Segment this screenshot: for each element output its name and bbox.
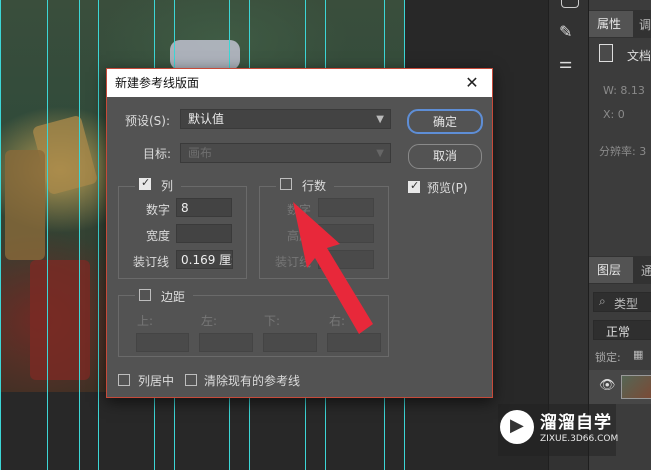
preset-select[interactable]: 默认值 ▼: [180, 109, 391, 129]
margin-bottom-label: 下:: [264, 314, 281, 328]
watermark-url: ZIXUE.3D66.COM: [540, 434, 619, 444]
padlock-graphic: [30, 260, 90, 380]
layer-thumbnail: [621, 375, 651, 399]
rows-header: 行数: [276, 176, 334, 194]
margin-top-label: 上:: [137, 314, 154, 328]
rows-label: 行数: [302, 179, 327, 193]
lock-label: 锁定:: [595, 351, 621, 364]
preview-checkbox[interactable]: [408, 179, 420, 193]
cancel-button[interactable]: 取消: [408, 144, 482, 169]
columns-number-input[interactable]: 8: [176, 198, 232, 217]
columns-gutter-input[interactable]: 0.169 厘米: [176, 250, 233, 269]
adjustments-icon[interactable]: ⚌: [559, 54, 579, 74]
right-panel: 属性 调 文档 W: 8.13 X: 0 分辨率: 3 图层 通 ⌕ 类型 正常…: [588, 0, 651, 470]
preview-label: 预览(P): [427, 181, 468, 195]
columns-header: 列: [135, 176, 181, 194]
layer-row[interactable]: 👁: [589, 370, 651, 404]
columns-gutter-label: 装订线: [133, 255, 170, 269]
ok-button[interactable]: 确定: [407, 109, 483, 134]
center-columns-label: 列居中: [138, 374, 175, 388]
columns-width-label: 宽度: [146, 229, 171, 243]
guide-line[interactable]: [79, 0, 80, 470]
margin-top-input[interactable]: [136, 333, 189, 352]
margins-label: 边距: [161, 290, 186, 304]
columns-width-input[interactable]: [176, 224, 232, 243]
margins-checkbox[interactable]: [139, 289, 151, 301]
tab-layers[interactable]: 图层: [589, 257, 633, 283]
tab-channels[interactable]: 通: [641, 262, 651, 279]
blend-mode-value: 正常: [606, 325, 631, 339]
close-icon[interactable]: ✕: [462, 73, 482, 93]
target-label: 目标:: [143, 147, 172, 161]
blend-mode-select[interactable]: 正常: [593, 320, 651, 340]
watermark: ▶ 溜溜自学 ZIXUE.3D66.COM: [498, 404, 619, 456]
doc-label: 文档: [627, 49, 651, 63]
width-readout: W: 8.13: [603, 84, 645, 97]
history-icon[interactable]: [561, 0, 579, 8]
chevron-down-icon: ▼: [376, 114, 384, 125]
panel-tabbar: 属性 调: [589, 10, 651, 38]
dialog-title-bar: 新建参考线版面: [107, 69, 492, 97]
document-icon: [599, 44, 613, 62]
annotation-arrow: [293, 202, 373, 334]
target-value: 画布: [188, 146, 213, 160]
layers-tabbar: 图层 通: [589, 256, 651, 284]
clear-guides-checkbox[interactable]: [185, 374, 197, 386]
center-columns-checkbox[interactable]: [118, 374, 130, 386]
eye-icon[interactable]: 👁: [599, 378, 616, 393]
arrow-shape: [293, 202, 373, 334]
search-icon: ⌕: [599, 294, 606, 308]
target-select[interactable]: 画布 ▼: [180, 143, 391, 163]
brush-icon[interactable]: ✎: [559, 22, 579, 46]
chevron-down-icon: ▼: [376, 148, 384, 159]
columns-label: 列: [161, 179, 174, 193]
guide-line[interactable]: [98, 0, 99, 470]
x-readout: X: 0: [603, 108, 625, 121]
resolution-readout: 分辨率: 3: [599, 145, 647, 158]
guide-line[interactable]: [0, 0, 1, 470]
dialog-title: 新建参考线版面: [115, 76, 200, 90]
guide-line[interactable]: [47, 0, 48, 470]
watermark-title: 溜溜自学: [540, 413, 612, 433]
tools-strip: ✎ ⚌: [548, 0, 588, 470]
clear-guides-label: 清除现有的参考线: [204, 374, 301, 388]
columns-number-label: 数字: [146, 203, 171, 217]
padlock-graphic: [5, 150, 45, 260]
tab-adjustments[interactable]: 调: [639, 16, 651, 33]
columns-checkbox[interactable]: [139, 176, 151, 190]
margin-left-input[interactable]: [199, 333, 253, 352]
watermark-logo: ▶: [500, 410, 534, 444]
tab-properties[interactable]: 属性: [589, 11, 633, 37]
margin-left-label: 左:: [201, 314, 218, 328]
preset-value: 默认值: [188, 112, 225, 126]
rows-checkbox[interactable]: [280, 178, 292, 190]
lock-pixels-icon[interactable]: ▦: [633, 348, 643, 361]
layer-kind-label: 类型: [614, 297, 639, 311]
preset-label: 预设(S):: [125, 114, 171, 128]
layer-filter[interactable]: ⌕ 类型: [593, 292, 651, 312]
margins-header: 边距: [135, 287, 193, 305]
play-icon: ▶: [510, 415, 524, 436]
